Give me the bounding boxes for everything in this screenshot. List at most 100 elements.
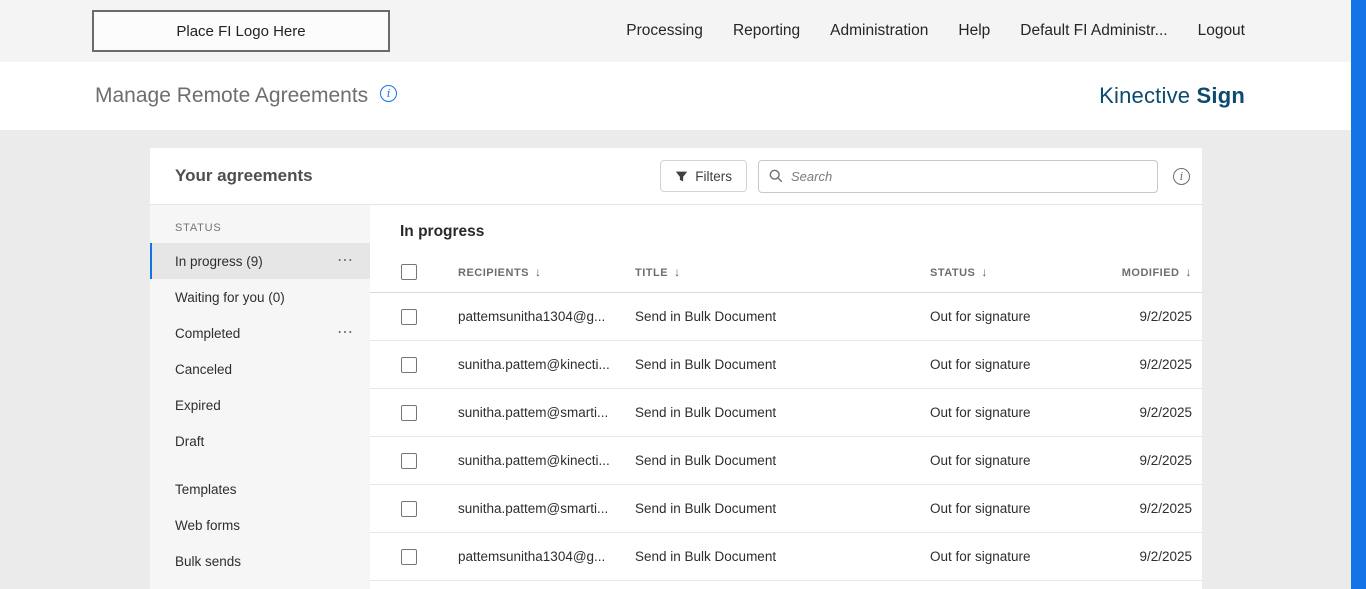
page-info-icon[interactable]: i [380,85,397,102]
cell-status: Out for signature [930,501,1120,516]
nav-administration[interactable]: Administration [830,22,928,40]
search-box [758,160,1158,193]
sidebar-item-label: Bulk sends [175,554,241,569]
row-checkbox[interactable] [401,453,417,469]
completed-menu-icon[interactable]: ⋯ [337,325,354,341]
agreements-table-area: In progress RECIPIENTS↓ TITLE↓ STATUS↓ M… [370,205,1202,589]
filters-button-label: Filters [695,169,732,184]
sidebar-item-draft[interactable]: Draft [150,423,370,459]
table-row[interactable]: pattemsunitha1304@g... Send in Bulk Docu… [370,533,1202,581]
cell-modified: 9/2/2025 [1120,309,1192,324]
table-row[interactable]: pattemsunitha1304@g... Send in Bulk Docu… [370,293,1202,341]
sidebar-item-completed[interactable]: Completed ⋯ [150,315,370,351]
cell-title: Send in Bulk Document [635,501,930,516]
sort-desc-icon: ↓ [1186,265,1193,279]
agreements-card-body: STATUS In progress (9) ⋯ Waiting for you… [150,205,1202,589]
row-checkbox[interactable] [401,309,417,325]
table-row[interactable]: sunitha.pattem@smarti... Send in Bulk Do… [370,485,1202,533]
cell-modified: 9/2/2025 [1120,549,1192,564]
cell-modified: 9/2/2025 [1120,405,1192,420]
cell-recipients: pattemsunitha1304@g... [458,309,635,324]
row-checkbox[interactable] [401,501,417,517]
sort-desc-icon: ↓ [674,265,681,279]
nav-help[interactable]: Help [958,22,990,40]
top-nav-bar: Place FI Logo Here Processing Reporting … [0,0,1366,62]
sidebar-item-templates[interactable]: Templates [150,471,370,507]
agreements-title: Your agreements [175,166,660,186]
sidebar-item-label: Web forms [175,518,240,533]
cell-title: Send in Bulk Document [635,357,930,372]
table-row[interactable]: sunitha.pattem@smarti... Send in Bulk Do… [370,389,1202,437]
sidebar-item-web-forms[interactable]: Web forms [150,507,370,543]
page-header: Manage Remote Agreements i Kinective Sig… [0,62,1366,130]
brand-suffix: Sign [1197,83,1245,108]
row-checkbox[interactable] [401,405,417,421]
sidebar-item-label: Expired [175,398,221,413]
cell-recipients: pattemsunitha1304@g... [458,549,635,564]
nav-logout[interactable]: Logout [1198,22,1245,40]
cell-recipients: sunitha.pattem@smarti... [458,501,635,516]
agreements-card-header: Your agreements Filters i [150,148,1202,205]
cell-status: Out for signature [930,549,1120,564]
cell-status: Out for signature [930,405,1120,420]
filter-funnel-icon [675,170,688,183]
select-all-checkbox[interactable] [401,264,417,280]
cell-status: Out for signature [930,309,1120,324]
cell-modified: 9/2/2025 [1120,357,1192,372]
table-row[interactable]: sunitha.pattem@kinecti... Send in Bulk D… [370,437,1202,485]
sidebar-divider-gap [150,459,370,471]
filters-button[interactable]: Filters [660,160,747,192]
sidebar-item-bulk-sends[interactable]: Bulk sends [150,543,370,579]
column-header-recipients[interactable]: RECIPIENTS↓ [458,265,635,279]
sort-desc-icon: ↓ [981,265,988,279]
column-header-modified[interactable]: MODIFIED↓ [1120,265,1192,279]
sidebar-item-label: In progress (9) [175,254,263,269]
cell-recipients: sunitha.pattem@kinecti... [458,357,635,372]
sidebar-status-heading: STATUS [175,222,370,234]
fi-logo-placeholder-text: Place FI Logo Here [176,23,305,40]
nav-reporting[interactable]: Reporting [733,22,800,40]
vertical-scrollbar[interactable] [1351,0,1366,589]
nav-processing[interactable]: Processing [626,22,703,40]
nav-current-user[interactable]: Default FI Administr... [1020,22,1167,40]
sidebar-item-expired[interactable]: Expired [150,387,370,423]
row-checkbox[interactable] [401,549,417,565]
sidebar-item-label: Completed [175,326,240,341]
agreements-card: Your agreements Filters i STATUS [150,148,1202,589]
cell-status: Out for signature [930,357,1120,372]
cell-modified: 9/2/2025 [1120,501,1192,516]
agreements-sidebar: STATUS In progress (9) ⋯ Waiting for you… [150,205,370,589]
column-header-title[interactable]: TITLE↓ [635,265,930,279]
main-content: Your agreements Filters i STATUS [0,130,1366,589]
search-input[interactable] [791,169,1147,184]
in-progress-menu-icon[interactable]: ⋯ [337,253,354,269]
sidebar-item-waiting-for-you[interactable]: Waiting for you (0) [150,279,370,315]
cell-modified: 9/2/2025 [1120,453,1192,468]
top-menu: Processing Reporting Administration Help… [626,22,1245,40]
sidebar-item-in-progress[interactable]: In progress (9) ⋯ [150,243,370,279]
row-checkbox[interactable] [401,357,417,373]
cell-recipients: sunitha.pattem@smarti... [458,405,635,420]
cell-title: Send in Bulk Document [635,405,930,420]
table-row[interactable]: sunitha.pattem@kinecti... Send in Bulk D… [370,341,1202,389]
kinective-sign-logo: Kinective Sign [1099,83,1245,109]
search-icon [769,169,783,183]
sidebar-item-label: Waiting for you (0) [175,290,285,305]
agreements-info-icon[interactable]: i [1173,168,1190,185]
page-title: Manage Remote Agreements [95,84,368,108]
sort-desc-icon: ↓ [535,265,542,279]
cell-title: Send in Bulk Document [635,549,930,564]
table-section-title: In progress [400,223,1202,241]
sidebar-item-label: Canceled [175,362,232,377]
fi-logo-placeholder: Place FI Logo Here [92,10,390,52]
cell-title: Send in Bulk Document [635,453,930,468]
sidebar-item-canceled[interactable]: Canceled [150,351,370,387]
cell-recipients: sunitha.pattem@kinecti... [458,453,635,468]
page-title-wrap: Manage Remote Agreements i [95,84,397,108]
brand-name: Kinective [1099,83,1190,108]
cell-title: Send in Bulk Document [635,309,930,324]
column-header-status[interactable]: STATUS↓ [930,265,1120,279]
cell-status: Out for signature [930,453,1120,468]
sidebar-item-label: Templates [175,482,237,497]
table-header-row: RECIPIENTS↓ TITLE↓ STATUS↓ MODIFIED↓ [370,251,1202,293]
